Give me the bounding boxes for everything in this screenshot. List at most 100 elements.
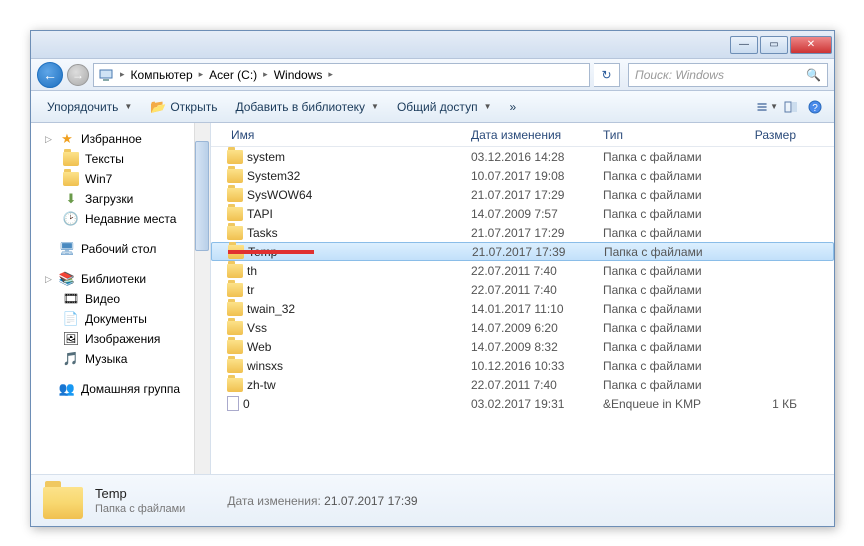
view-options-button[interactable]: ▼	[756, 96, 778, 118]
chevron-down-icon: ▼	[371, 102, 379, 111]
file-date: 21.07.2017 17:29	[463, 188, 595, 202]
navigation-bar: ← → ▸ Компьютер ▸ Acer (C:) ▸ Windows ▸ …	[31, 59, 834, 91]
file-name: System32	[247, 169, 300, 183]
file-name: Tasks	[247, 226, 278, 240]
favorites-header[interactable]: ▷ ★ Избранное	[31, 129, 210, 149]
file-type: Папка с файлами	[595, 188, 725, 202]
file-date: 03.12.2016 14:28	[463, 150, 595, 164]
forward-button[interactable]: →	[67, 64, 89, 86]
column-header-size[interactable]: Размер	[725, 128, 805, 142]
details-date-label: Дата изменения:	[227, 494, 321, 508]
highlight-mark	[228, 250, 314, 254]
file-type: Папка с файлами	[595, 226, 725, 240]
file-name: zh-tw	[247, 378, 276, 392]
recent-places-icon: 🕑	[63, 211, 79, 227]
sidebar-item-downloads[interactable]: ⬇Загрузки	[31, 189, 210, 209]
folder-icon	[227, 359, 243, 373]
desktop-label: Рабочий стол	[81, 242, 156, 256]
file-date: 14.07.2009 6:20	[463, 321, 595, 335]
file-row[interactable]: Web14.07.2009 8:32Папка с файлами	[211, 337, 834, 356]
address-bar[interactable]: ▸ Компьютер ▸ Acer (C:) ▸ Windows ▸	[93, 63, 590, 87]
sidebar-item-label: Музыка	[85, 352, 127, 366]
svg-text:?: ?	[812, 103, 818, 114]
open-button[interactable]: 📂 Открыть	[142, 95, 225, 119]
file-row[interactable]: TAPI14.07.2009 7:57Папка с файлами	[211, 204, 834, 223]
file-row[interactable]: Temp21.07.2017 17:39Папка с файлами	[211, 242, 834, 261]
sidebar-item-music[interactable]: 🎵Музыка	[31, 349, 210, 369]
file-row[interactable]: winsxs10.12.2016 10:33Папка с файлами	[211, 356, 834, 375]
file-row[interactable]: SysWOW6421.07.2017 17:29Папка с файлами	[211, 185, 834, 204]
file-row[interactable]: System3210.07.2017 19:08Папка с файлами	[211, 166, 834, 185]
file-row[interactable]: zh-tw22.07.2011 7:40Папка с файлами	[211, 375, 834, 394]
sidebar-item-texts[interactable]: Тексты	[31, 149, 210, 169]
folder-icon	[227, 226, 243, 240]
file-name: system	[247, 150, 285, 164]
maximize-button[interactable]: ▭	[760, 36, 788, 54]
organize-button[interactable]: Упорядочить ▼	[39, 96, 140, 118]
file-date: 14.07.2009 8:32	[463, 340, 595, 354]
file-name: 0	[243, 397, 250, 411]
sidebar-item-videos[interactable]: 🎞Видео	[31, 289, 210, 309]
column-header-date[interactable]: Дата изменения	[463, 128, 595, 142]
file-type: Папка с файлами	[595, 150, 725, 164]
breadcrumb-segment[interactable]: Компьютер	[127, 68, 197, 82]
breadcrumb-segment[interactable]: Windows	[270, 68, 327, 82]
file-date: 10.12.2016 10:33	[463, 359, 595, 373]
file-row[interactable]: 003.02.2017 19:31&Enqueue in KMP1 КБ	[211, 394, 834, 413]
homegroup-icon: 👥	[59, 381, 75, 397]
file-date: 22.07.2011 7:40	[463, 264, 595, 278]
help-button[interactable]: ?	[804, 96, 826, 118]
homegroup-label: Домашняя группа	[81, 382, 180, 396]
add-to-library-button[interactable]: Добавить в библиотеку ▼	[227, 96, 386, 118]
documents-icon: 📄	[63, 311, 79, 327]
folder-icon	[227, 283, 243, 297]
folder-icon	[227, 169, 243, 183]
share-label: Общий доступ	[397, 100, 478, 114]
search-input[interactable]: Поиск: Windows 🔍	[628, 63, 828, 87]
libraries-header[interactable]: ▷ 📚 Библиотеки	[31, 269, 210, 289]
breadcrumb-segment[interactable]: Acer (C:)	[205, 68, 261, 82]
more-actions-button[interactable]: »	[501, 96, 524, 118]
sidebar-item-pictures[interactable]: 🖼Изображения	[31, 329, 210, 349]
sidebar-item-label: Изображения	[85, 332, 160, 346]
column-header-type[interactable]: Тип	[595, 128, 725, 142]
homegroup-item[interactable]: 👥 Домашняя группа	[31, 379, 210, 399]
file-row[interactable]: system 03.12.2016 14:28Папка с файлами	[211, 147, 834, 166]
file-date: 22.07.2011 7:40	[463, 283, 595, 297]
favorites-group: ▷ ★ Избранное Тексты Win7 ⬇Загрузки 🕑Нед…	[31, 129, 210, 229]
toolbar: Упорядочить ▼ 📂 Открыть Добавить в библи…	[31, 91, 834, 123]
file-row[interactable]: Tasks21.07.2017 17:29Папка с файлами	[211, 223, 834, 242]
expand-icon: ▷	[45, 134, 53, 145]
sidebar-item-label: Тексты	[85, 152, 124, 166]
folder-icon	[63, 151, 79, 167]
back-button[interactable]: ←	[37, 62, 63, 88]
folder-icon	[227, 264, 243, 278]
file-date: 22.07.2011 7:40	[463, 378, 595, 392]
sidebar-item-label: Загрузки	[85, 192, 133, 206]
minimize-button[interactable]: —	[730, 36, 758, 54]
sidebar-scrollbar-thumb[interactable]	[195, 141, 209, 251]
file-type: Папка с файлами	[595, 264, 725, 278]
homegroup-group: 👥 Домашняя группа	[31, 379, 210, 399]
file-date: 10.07.2017 19:08	[463, 169, 595, 183]
file-type: Папка с файлами	[595, 283, 725, 297]
libraries-icon: 📚	[59, 271, 75, 287]
search-icon: 🔍	[806, 68, 821, 82]
close-button[interactable]: ✕	[790, 36, 832, 54]
sidebar-item-documents[interactable]: 📄Документы	[31, 309, 210, 329]
sidebar-item-recent[interactable]: 🕑Недавние места	[31, 209, 210, 229]
file-list-pane: Имя Дата изменения Тип Размер system 03.1…	[211, 123, 834, 474]
file-row[interactable]: th22.07.2011 7:40Папка с файлами	[211, 261, 834, 280]
preview-pane-button[interactable]	[780, 96, 802, 118]
file-row[interactable]: tr 22.07.2011 7:40Папка с файлами	[211, 280, 834, 299]
file-row[interactable]: Vss14.07.2009 6:20Папка с файлами	[211, 318, 834, 337]
sidebar-scrollbar[interactable]	[194, 123, 210, 474]
file-type: Папка с файлами	[595, 207, 725, 221]
file-name: tr	[247, 283, 254, 297]
sidebar-item-win7[interactable]: Win7	[31, 169, 210, 189]
refresh-button[interactable]: ↻	[594, 63, 620, 87]
share-button[interactable]: Общий доступ ▼	[389, 96, 500, 118]
column-header-name[interactable]: Имя	[211, 128, 463, 142]
file-row[interactable]: twain_3214.01.2017 11:10Папка с файлами	[211, 299, 834, 318]
desktop-item[interactable]: 🖥 Рабочий стол	[31, 239, 210, 259]
